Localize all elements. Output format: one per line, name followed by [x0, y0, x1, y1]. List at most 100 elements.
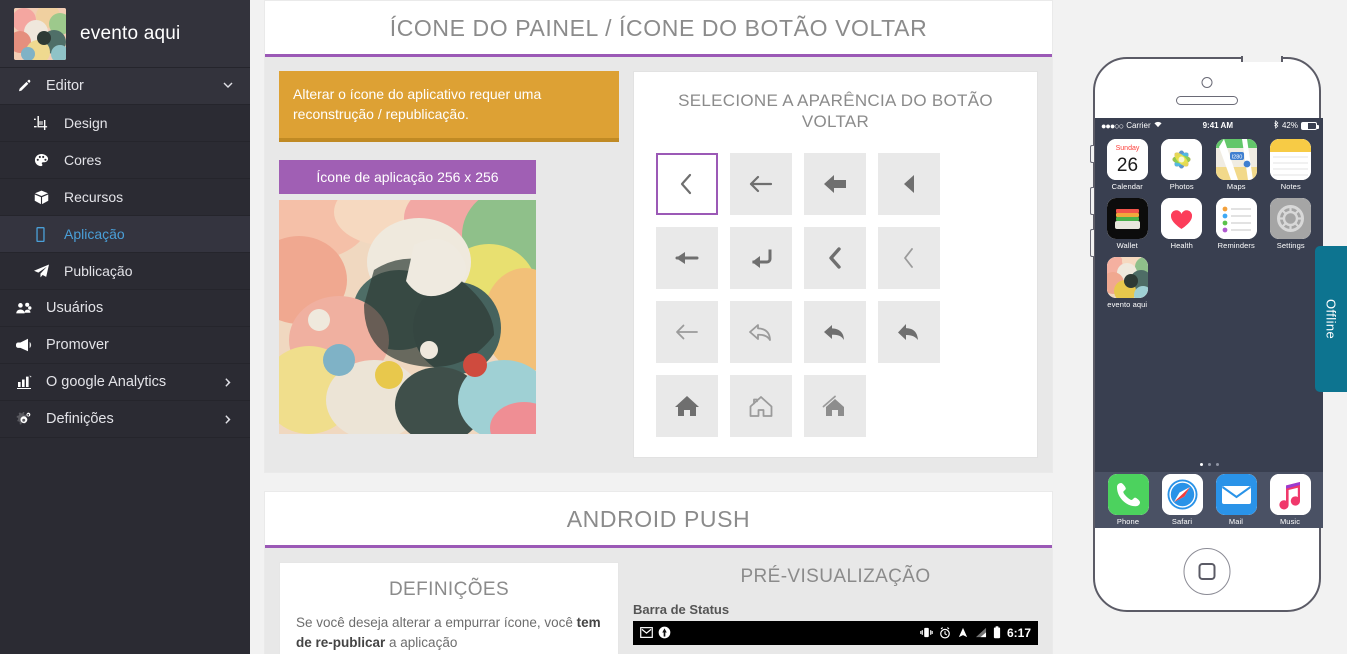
- reply-sharp-icon[interactable]: [878, 300, 940, 363]
- crop-icon: [34, 116, 56, 130]
- section-title: ANDROID PUSH: [566, 505, 751, 532]
- app-label: evento aqui: [1107, 300, 1148, 309]
- home-button[interactable]: [1183, 548, 1231, 595]
- home-solid-icon[interactable]: [656, 374, 718, 437]
- alarm-icon: [939, 626, 951, 639]
- sidebar-item-label: Editor: [46, 78, 84, 94]
- chevron-left-thin-icon[interactable]: [656, 152, 718, 215]
- health-app-icon: [1161, 198, 1203, 239]
- sidebar-item-aplicacao[interactable]: Aplicação: [0, 216, 250, 253]
- reply-solid-icon[interactable]: [804, 300, 866, 363]
- offline-tab[interactable]: Offline: [1315, 246, 1347, 392]
- settings-text-2: a aplicação: [385, 634, 458, 650]
- return-arrow-icon[interactable]: [730, 226, 792, 289]
- gmail-notification-icon: [640, 627, 653, 638]
- chevron-right-icon: [223, 414, 234, 425]
- reply-outline-icon[interactable]: [730, 300, 792, 363]
- sidebar-item-google-analytics[interactable]: O google Analytics: [0, 364, 250, 401]
- sidebar-item-editor[interactable]: Editor: [0, 68, 250, 105]
- sidebar-item-usuarios[interactable]: Usuários: [0, 290, 250, 327]
- sidebar-brand[interactable]: evento aqui: [0, 0, 250, 68]
- page-title: ÍCONE DO PAINEL / ÍCONE DO BOTÃO VOLTAR: [389, 15, 928, 41]
- app-icon-preview: [279, 199, 536, 434]
- panel-body: DEFINIÇÕES Se você deseja alterar a empu…: [265, 547, 1052, 654]
- paper-plane-icon: [34, 263, 56, 279]
- dock-item[interactable]: Mail: [1215, 474, 1257, 526]
- volume-down-button[interactable]: [1090, 229, 1094, 257]
- back-button-picker: SELECIONE A APARÊNCIA DO BOTÃO VOLTAR: [633, 71, 1038, 458]
- wallet-app-icon: [1106, 198, 1148, 239]
- dock-item[interactable]: Music: [1269, 474, 1311, 526]
- sidebar-item-definicoes[interactable]: Definições: [0, 401, 250, 438]
- mute-switch-button[interactable]: [1090, 145, 1094, 163]
- sidebar-item-recursos[interactable]: Recursos: [0, 179, 250, 216]
- app-label: Settings: [1276, 241, 1305, 250]
- app-item[interactable]: I280 Maps: [1212, 139, 1261, 191]
- home-screen-dock: Phone Safari Mail Music: [1095, 472, 1323, 528]
- home-screen-apps: Sunday 26 Calendar Photos I280 Maps Note…: [1095, 133, 1323, 309]
- settings-text-1: Se você deseja alterar a empurrar ícone,…: [296, 614, 577, 630]
- gears-icon: [16, 412, 38, 426]
- ios-time: 9:41 AM: [1202, 121, 1233, 130]
- location-icon: [957, 627, 969, 639]
- arrow-left-light-icon[interactable]: [656, 300, 718, 363]
- app-thumbnail: [14, 7, 66, 60]
- sidebar-item-design[interactable]: Design: [0, 105, 250, 142]
- home-square-icon: [1198, 563, 1216, 580]
- dock-item[interactable]: Safari: [1161, 474, 1203, 526]
- panel-android-push: ANDROID PUSH DEFINIÇÕES Se você deseja a…: [264, 490, 1053, 654]
- arrow-left-bold-icon[interactable]: [656, 226, 718, 289]
- brand-title: evento aqui: [80, 22, 181, 44]
- ios-statusbar: ●●●○○ Carrier 9:41 AM 42%: [1095, 118, 1323, 133]
- statusbar-right-icons: 6:17: [920, 626, 1031, 640]
- app-icon-upload-button[interactable]: Ícone de aplicação 256 x 256: [279, 159, 536, 194]
- android-statusbar-preview: 6:17: [633, 620, 1038, 645]
- app-label: Photos: [1169, 182, 1194, 191]
- music-app-icon: [1269, 474, 1311, 515]
- battery-percent: 42%: [1281, 121, 1298, 130]
- sidebar-item-label: Design: [64, 115, 108, 131]
- sidebar-item-label: Aplicação: [64, 226, 125, 242]
- app-item[interactable]: Health: [1158, 198, 1207, 250]
- app-item[interactable]: Settings: [1267, 198, 1316, 250]
- app-root: evento aqui Editor Design Cores Recursos…: [0, 0, 1347, 654]
- app-item[interactable]: Wallet: [1103, 198, 1152, 250]
- maps-app-icon: I280: [1215, 139, 1257, 180]
- app-item[interactable]: evento aqui: [1103, 257, 1152, 309]
- app-item[interactable]: Reminders: [1212, 198, 1261, 250]
- sidebar-item-promover[interactable]: Promover: [0, 327, 250, 364]
- app-label: Maps: [1226, 182, 1246, 191]
- sidebar-item-cores[interactable]: Cores: [0, 142, 250, 179]
- app-item[interactable]: Sunday 26 Calendar: [1103, 139, 1152, 191]
- device-preview: ●●●○○ Carrier 9:41 AM 42% Sunday 26 Cale…: [1067, 0, 1347, 654]
- chevron-left-light-icon[interactable]: [878, 226, 940, 289]
- iphone-mockup: ●●●○○ Carrier 9:41 AM 42% Sunday 26 Cale…: [1090, 56, 1323, 612]
- volume-up-button[interactable]: [1090, 187, 1094, 215]
- app-item[interactable]: Notes: [1267, 139, 1316, 191]
- dock-item[interactable]: Phone: [1107, 474, 1149, 526]
- sidebar-item-publicacao[interactable]: Publicação: [0, 253, 250, 290]
- bluetooth-icon: [1274, 120, 1279, 131]
- dock-label: Safari: [1171, 517, 1193, 526]
- page-dot: [1207, 463, 1211, 466]
- main-content: ÍCONE DO PAINEL / ÍCONE DO BOTÃO VOLTAR …: [250, 0, 1067, 654]
- statusbar-left-icons: [640, 626, 671, 639]
- home-outline-icon[interactable]: [730, 374, 792, 437]
- chevron-left-bold-icon[interactable]: [804, 226, 866, 289]
- mail-app-icon: [1215, 474, 1257, 515]
- chevron-right-icon: [223, 377, 234, 388]
- panel-icon-config: ÍCONE DO PAINEL / ÍCONE DO BOTÃO VOLTAR …: [264, 0, 1053, 473]
- carrier-label: Carrier: [1126, 121, 1151, 130]
- svg-text:I280: I280: [1231, 154, 1242, 160]
- app-item[interactable]: Photos: [1158, 139, 1207, 191]
- notes-app-icon: [1270, 139, 1312, 180]
- push-settings-card: DEFINIÇÕES Se você deseja alterar a empu…: [279, 561, 619, 654]
- phone-screen: ●●●○○ Carrier 9:41 AM 42% Sunday 26 Cale…: [1095, 118, 1323, 528]
- triangle-left-solid-icon[interactable]: [878, 152, 940, 215]
- home-filled-icon[interactable]: [804, 374, 866, 437]
- arrow-left-thin-icon[interactable]: [730, 152, 792, 215]
- sidebar-item-label: Promover: [46, 337, 109, 353]
- arrow-left-solid-icon[interactable]: [804, 152, 866, 215]
- palette-icon: [34, 153, 56, 168]
- svg-text:26: 26: [1117, 155, 1138, 176]
